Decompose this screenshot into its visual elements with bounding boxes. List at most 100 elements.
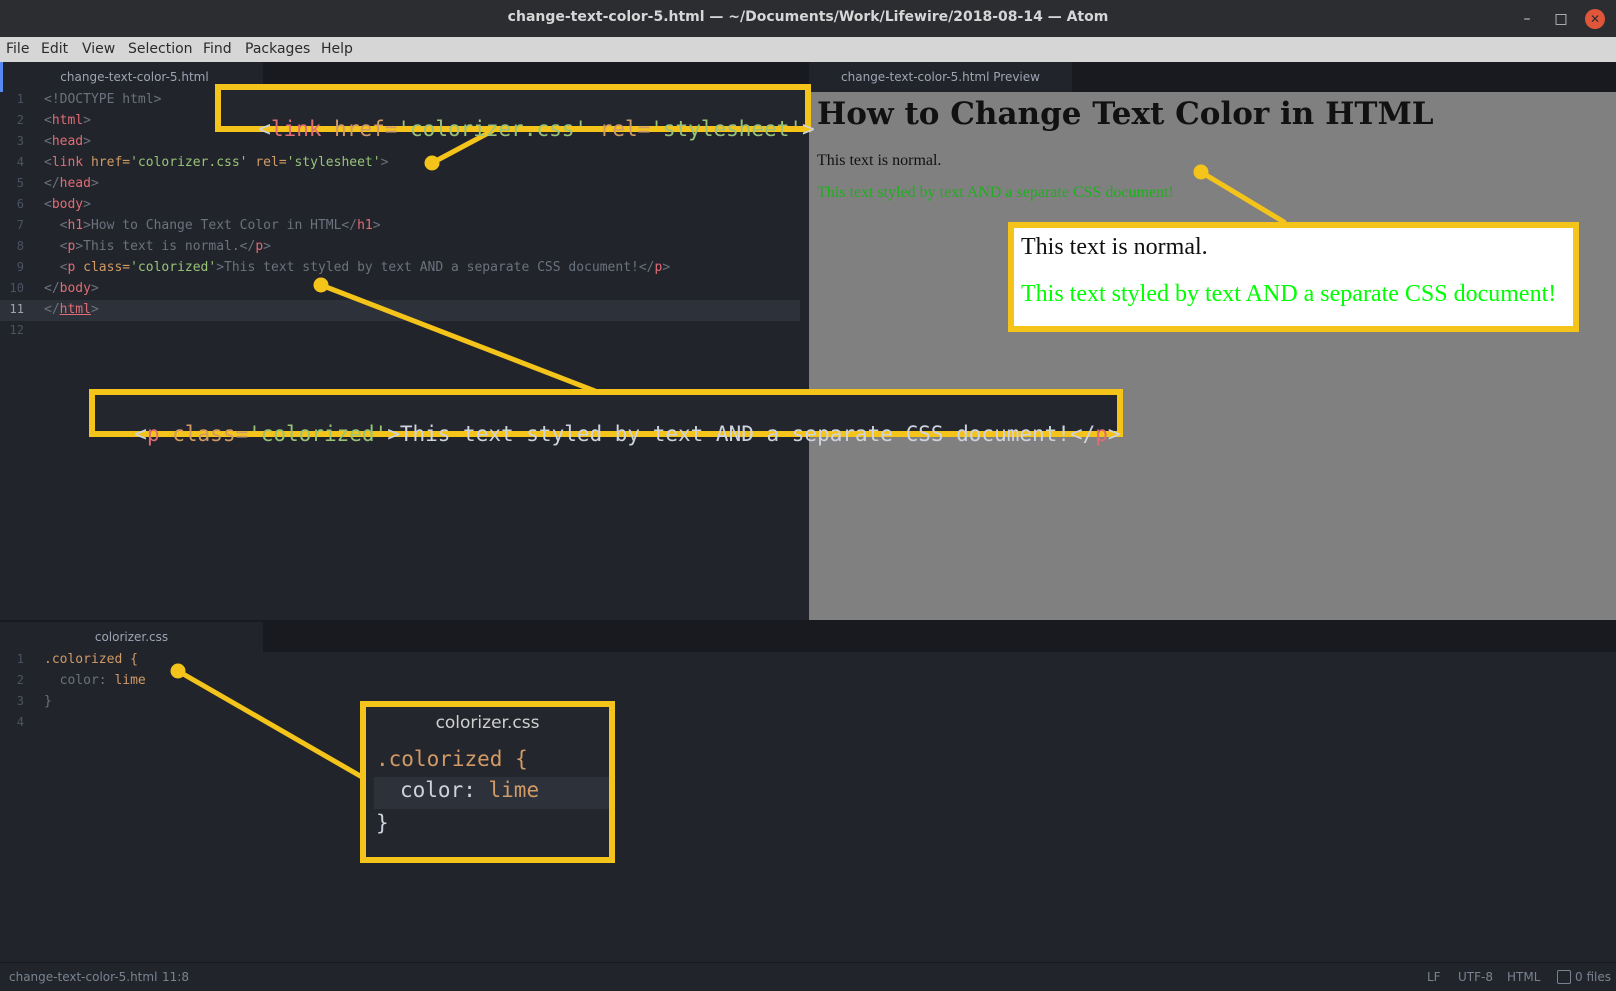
- code-text: >: [263, 239, 271, 254]
- tab-css-file[interactable]: colorizer.css: [0, 622, 263, 652]
- code-text: <: [44, 134, 52, 149]
- code-text: <!DOCTYPE html>: [44, 92, 162, 107]
- tab-preview[interactable]: change-text-color-5.html Preview: [809, 62, 1072, 92]
- code-line: 4 <link href='colorizer.css' rel='styles…: [0, 155, 800, 176]
- line-number: 9: [16, 260, 24, 274]
- code-text: <: [258, 117, 271, 141]
- status-grammar[interactable]: HTML: [1507, 970, 1540, 984]
- css-brace: }: [44, 694, 52, 709]
- code-line: 2 color: lime: [0, 673, 400, 694]
- window-title: change-text-color-5.html — ~/Documents/W…: [507, 9, 1109, 25]
- line-number: 3: [16, 134, 24, 148]
- css-value: lime: [114, 673, 146, 688]
- callout-css-property: color:: [400, 778, 489, 802]
- code-attr: rel=: [587, 117, 651, 141]
- status-cursor-position[interactable]: 11:8: [162, 970, 189, 984]
- css-selector: .colorized {: [44, 652, 138, 667]
- menu-packages[interactable]: Packages: [245, 41, 310, 57]
- line-number: 4: [16, 715, 24, 729]
- code-text: >: [90, 281, 99, 296]
- code-text: <: [44, 155, 52, 170]
- code-text: >: [662, 260, 671, 275]
- code-line: 11 </html>: [0, 302, 800, 323]
- line-number: 4: [16, 155, 24, 169]
- bottom-tab-bar: colorizer.css: [0, 622, 1616, 652]
- code-tag: p: [146, 422, 160, 446]
- code-line: 5 </head>: [0, 176, 800, 197]
- menu-edit[interactable]: Edit: [41, 41, 68, 57]
- status-file[interactable]: change-text-color-5.html: [9, 970, 157, 984]
- maximize-button[interactable]: □: [1551, 9, 1571, 29]
- status-bar: change-text-color-5.html 11:8 LF UTF-8 H…: [0, 962, 1616, 991]
- line-number: 2: [16, 673, 24, 687]
- menu-selection[interactable]: Selection: [128, 41, 193, 57]
- code-text: </: [44, 302, 60, 317]
- menu-view[interactable]: View: [82, 41, 115, 57]
- code-tag: body: [51, 197, 84, 212]
- line-number: 12: [9, 323, 24, 337]
- line-number: 8: [16, 239, 24, 253]
- code-string: 'stylesheet': [286, 155, 381, 170]
- code-text: >: [83, 113, 91, 128]
- code-attr: href=: [321, 117, 398, 141]
- callout-css-value: lime: [488, 778, 540, 802]
- code-text: >: [90, 302, 99, 317]
- callout-link-code: <link href='colorizer.css' rel='styleshe…: [215, 84, 815, 141]
- code-text: <: [44, 239, 68, 254]
- code-text: </: [44, 281, 60, 296]
- status-line-ending[interactable]: LF: [1427, 970, 1441, 984]
- code-text: >This text is normal.</: [75, 239, 256, 254]
- callout-preview: This text is normal. This text styled by…: [1008, 222, 1579, 332]
- code-text: >: [801, 117, 815, 141]
- menu-help[interactable]: Help: [321, 41, 353, 57]
- line-number: 2: [16, 113, 24, 127]
- code-text: <: [134, 422, 147, 446]
- code-line: 7 <h1>How to Change Text Color in HTML</…: [0, 218, 800, 239]
- code-line: 8 <p>This text is normal.</p>: [0, 239, 800, 260]
- code-tag: head: [59, 176, 91, 191]
- css-editor[interactable]: 1 .colorized { 2 color: lime 3 } 4: [0, 652, 1616, 962]
- code-tag: head: [51, 134, 84, 149]
- code-text: >This text styled by text AND a separate…: [387, 422, 1096, 446]
- code-line: 12: [0, 323, 800, 344]
- code-line: 1 .colorized {: [0, 652, 400, 673]
- code-tag: html: [51, 113, 84, 128]
- line-number: 6: [16, 197, 24, 211]
- code-attr: class=: [75, 260, 131, 275]
- code-string: 'colorized': [130, 260, 217, 275]
- callout-css-title: colorizer.css: [435, 713, 540, 733]
- code-text: >How to Change Text Color in HTML</: [83, 218, 358, 233]
- code-tag: html: [59, 302, 91, 317]
- close-button[interactable]: ✕: [1585, 9, 1605, 29]
- code-text: <: [44, 197, 52, 212]
- code-string: 'colorized': [248, 422, 388, 446]
- callout-colored-text: This text styled by text AND a separate …: [1021, 281, 1557, 307]
- code-string: 'colorizer.css': [397, 117, 588, 141]
- minimize-button[interactable]: –: [1517, 9, 1537, 29]
- callout-css-property-line: color: lime: [374, 777, 609, 809]
- code-string: 'colorizer.css': [130, 155, 248, 170]
- code-tag: p: [255, 239, 264, 254]
- code-tag: p: [1095, 422, 1108, 446]
- status-files[interactable]: 0 files: [1575, 970, 1611, 984]
- callout-p-code: <p class='colorized'>This text styled by…: [89, 389, 1123, 446]
- code-tag: body: [59, 281, 91, 296]
- status-encoding[interactable]: UTF-8: [1458, 970, 1493, 984]
- code-text: >: [90, 176, 99, 191]
- menu-find[interactable]: Find: [203, 41, 232, 57]
- tab-css-label: colorizer.css: [94, 630, 169, 644]
- line-number: 7: [16, 218, 24, 232]
- code-text: </: [44, 176, 60, 191]
- menu-file[interactable]: File: [6, 41, 29, 57]
- code-text: >: [83, 134, 91, 149]
- menu-bar: File Edit View Selection Find Packages H…: [0, 37, 1616, 62]
- preview-heading: How to Change Text Color in HTML: [817, 96, 1434, 132]
- css-property: color:: [44, 673, 115, 688]
- preview-colored-text: This text styled by text AND a separate …: [817, 184, 1174, 201]
- code-text: >This text styled by text AND a separate…: [216, 260, 655, 275]
- code-tag: link: [51, 155, 84, 170]
- line-number: 3: [16, 694, 24, 708]
- code-string: 'stylesheet': [650, 117, 802, 141]
- html-editor[interactable]: 1 <!DOCTYPE html> 2 <html> 3 <head> 4 <l…: [0, 92, 809, 620]
- line-number: 5: [16, 176, 24, 190]
